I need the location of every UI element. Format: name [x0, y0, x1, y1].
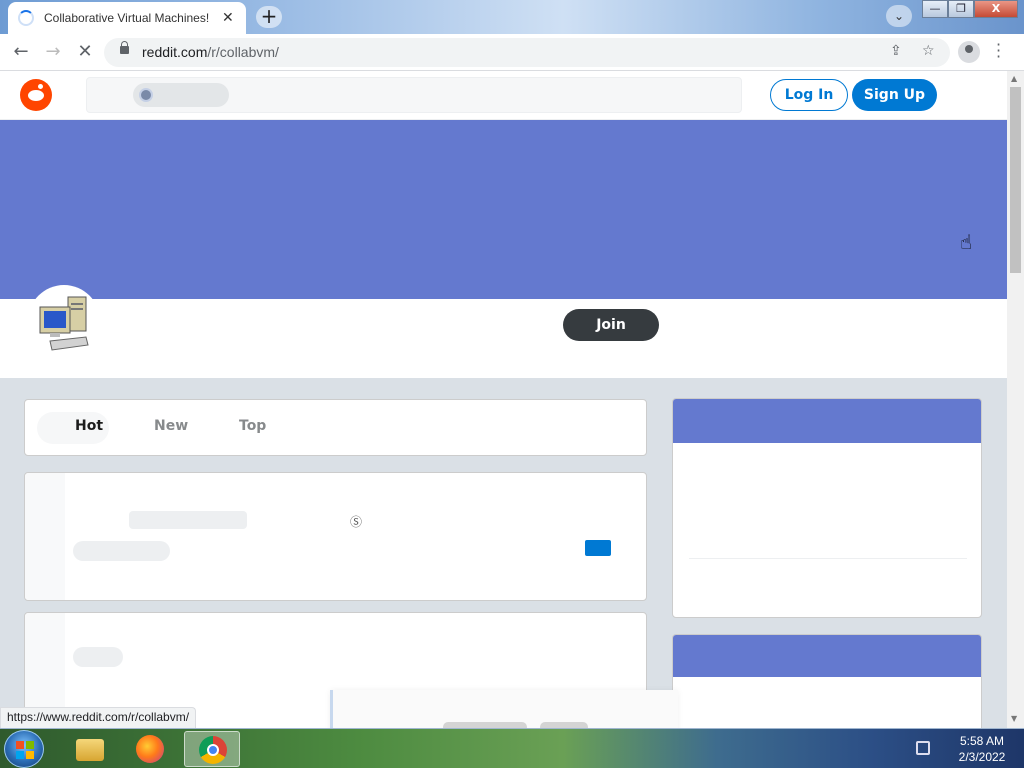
restore-button[interactable]: ❐ [948, 0, 974, 18]
title-skeleton [129, 511, 247, 529]
share-icon[interactable]: ⇪ [890, 43, 902, 59]
reddit-header: Log In Sign Up [0, 71, 1007, 120]
address-bar[interactable]: reddit.com/r/collabvm/ ⇪ ☆ [104, 38, 950, 67]
stop-loading-icon[interactable]: ✕ [73, 40, 97, 64]
tab-close-icon[interactable]: ✕ [222, 10, 234, 26]
profile-icon[interactable] [958, 41, 980, 63]
tab-search-button[interactable]: ⌄ [886, 5, 912, 27]
url-text: reddit.com/r/collabvm/ [142, 44, 279, 60]
taskbar-firefox[interactable] [122, 731, 178, 767]
post-card-skeleton[interactable]: Ⓢ [24, 472, 647, 601]
new-tab-button[interactable]: + [256, 6, 282, 28]
forward-icon[interactable]: → [41, 40, 65, 64]
window-controls: — ❐ X [922, 0, 1018, 20]
meta-skeleton [73, 647, 123, 667]
rules-widget [672, 634, 982, 728]
sort-hot-button[interactable]: Hot [75, 418, 103, 434]
join-button[interactable]: Join [563, 309, 659, 341]
subreddit-chip-icon [139, 88, 153, 102]
system-tray: 5:58 AM 2/3/2022 [910, 729, 1024, 768]
tab-title: Collaborative Virtual Machines! [44, 11, 210, 25]
vote-column [25, 473, 65, 600]
taskbar-explorer[interactable] [62, 731, 118, 767]
login-button[interactable]: Log In [770, 79, 848, 111]
close-window-button[interactable]: X [974, 0, 1018, 18]
lock-icon[interactable] [120, 41, 129, 54]
clock-time: 5:58 AM [959, 734, 1005, 748]
chrome-icon [199, 736, 227, 764]
widget-divider [689, 558, 967, 559]
page-viewport: Log In Sign Up ☝ Join Hot New Top Ⓢ [0, 71, 1007, 728]
media-chip [585, 540, 611, 556]
browser-toolbar: ← → ✕ reddit.com/r/collabvm/ ⇪ ☆ · · · [0, 34, 1024, 71]
widget-header [673, 635, 981, 677]
taskbar-chrome[interactable] [184, 731, 240, 767]
minimize-button[interactable]: — [922, 0, 948, 18]
subreddit-header: Join [0, 285, 1007, 378]
loading-spinner-icon [18, 10, 34, 26]
sort-bar: Hot New Top [24, 399, 647, 456]
subreddit-avatar[interactable] [28, 285, 100, 357]
search-bar[interactable] [86, 77, 742, 113]
reddit-logo-icon[interactable] [20, 79, 52, 111]
browser-tab[interactable]: Collaborative Virtual Machines! ✕ [8, 2, 246, 34]
sort-top-button[interactable]: Top [239, 418, 266, 434]
scroll-thumb[interactable] [1010, 87, 1021, 273]
signup-button[interactable]: Sign Up [852, 79, 937, 111]
windows-explorer-icon [76, 739, 104, 761]
clock[interactable]: 5:58 AM 2/3/2022 [944, 733, 1020, 765]
back-icon[interactable]: ← [9, 40, 33, 64]
status-url-bubble: https://www.reddit.com/r/collabvm/ [0, 707, 197, 728]
page-scrollbar[interactable]: ▲ ▼ [1007, 71, 1024, 728]
loading-overlay [330, 690, 678, 728]
subreddit-banner: ☝ [0, 120, 1007, 299]
about-widget [672, 398, 982, 618]
windows-logo-icon [16, 741, 34, 759]
scroll-up-icon[interactable]: ▲ [1011, 74, 1017, 83]
meta-skeleton [73, 541, 170, 561]
star-icon[interactable]: ☆ [922, 43, 935, 59]
computer-icon [39, 296, 89, 351]
browser-tabstrip: Collaborative Virtual Machines! ✕ + ⌄ — … [0, 0, 1024, 34]
scroll-down-icon[interactable]: ▼ [1011, 714, 1017, 723]
widget-header [673, 399, 981, 443]
sort-new-button[interactable]: New [154, 418, 188, 434]
clock-date: 2/3/2022 [958, 750, 1006, 764]
windows-taskbar: 5:58 AM 2/3/2022 [0, 728, 1024, 768]
start-button[interactable] [4, 730, 44, 768]
network-icon[interactable] [916, 741, 930, 755]
hand-cursor-icon: ☝ [960, 230, 973, 254]
loading-icon: Ⓢ [350, 515, 363, 529]
firefox-icon [136, 735, 164, 763]
menu-icon[interactable]: · · · [996, 37, 1001, 65]
